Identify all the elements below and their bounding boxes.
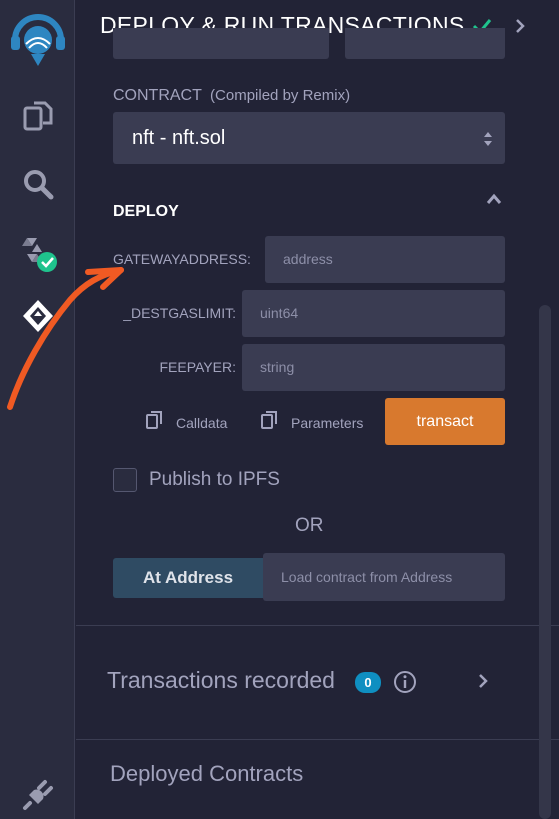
annotation-arrow bbox=[7, 267, 124, 410]
